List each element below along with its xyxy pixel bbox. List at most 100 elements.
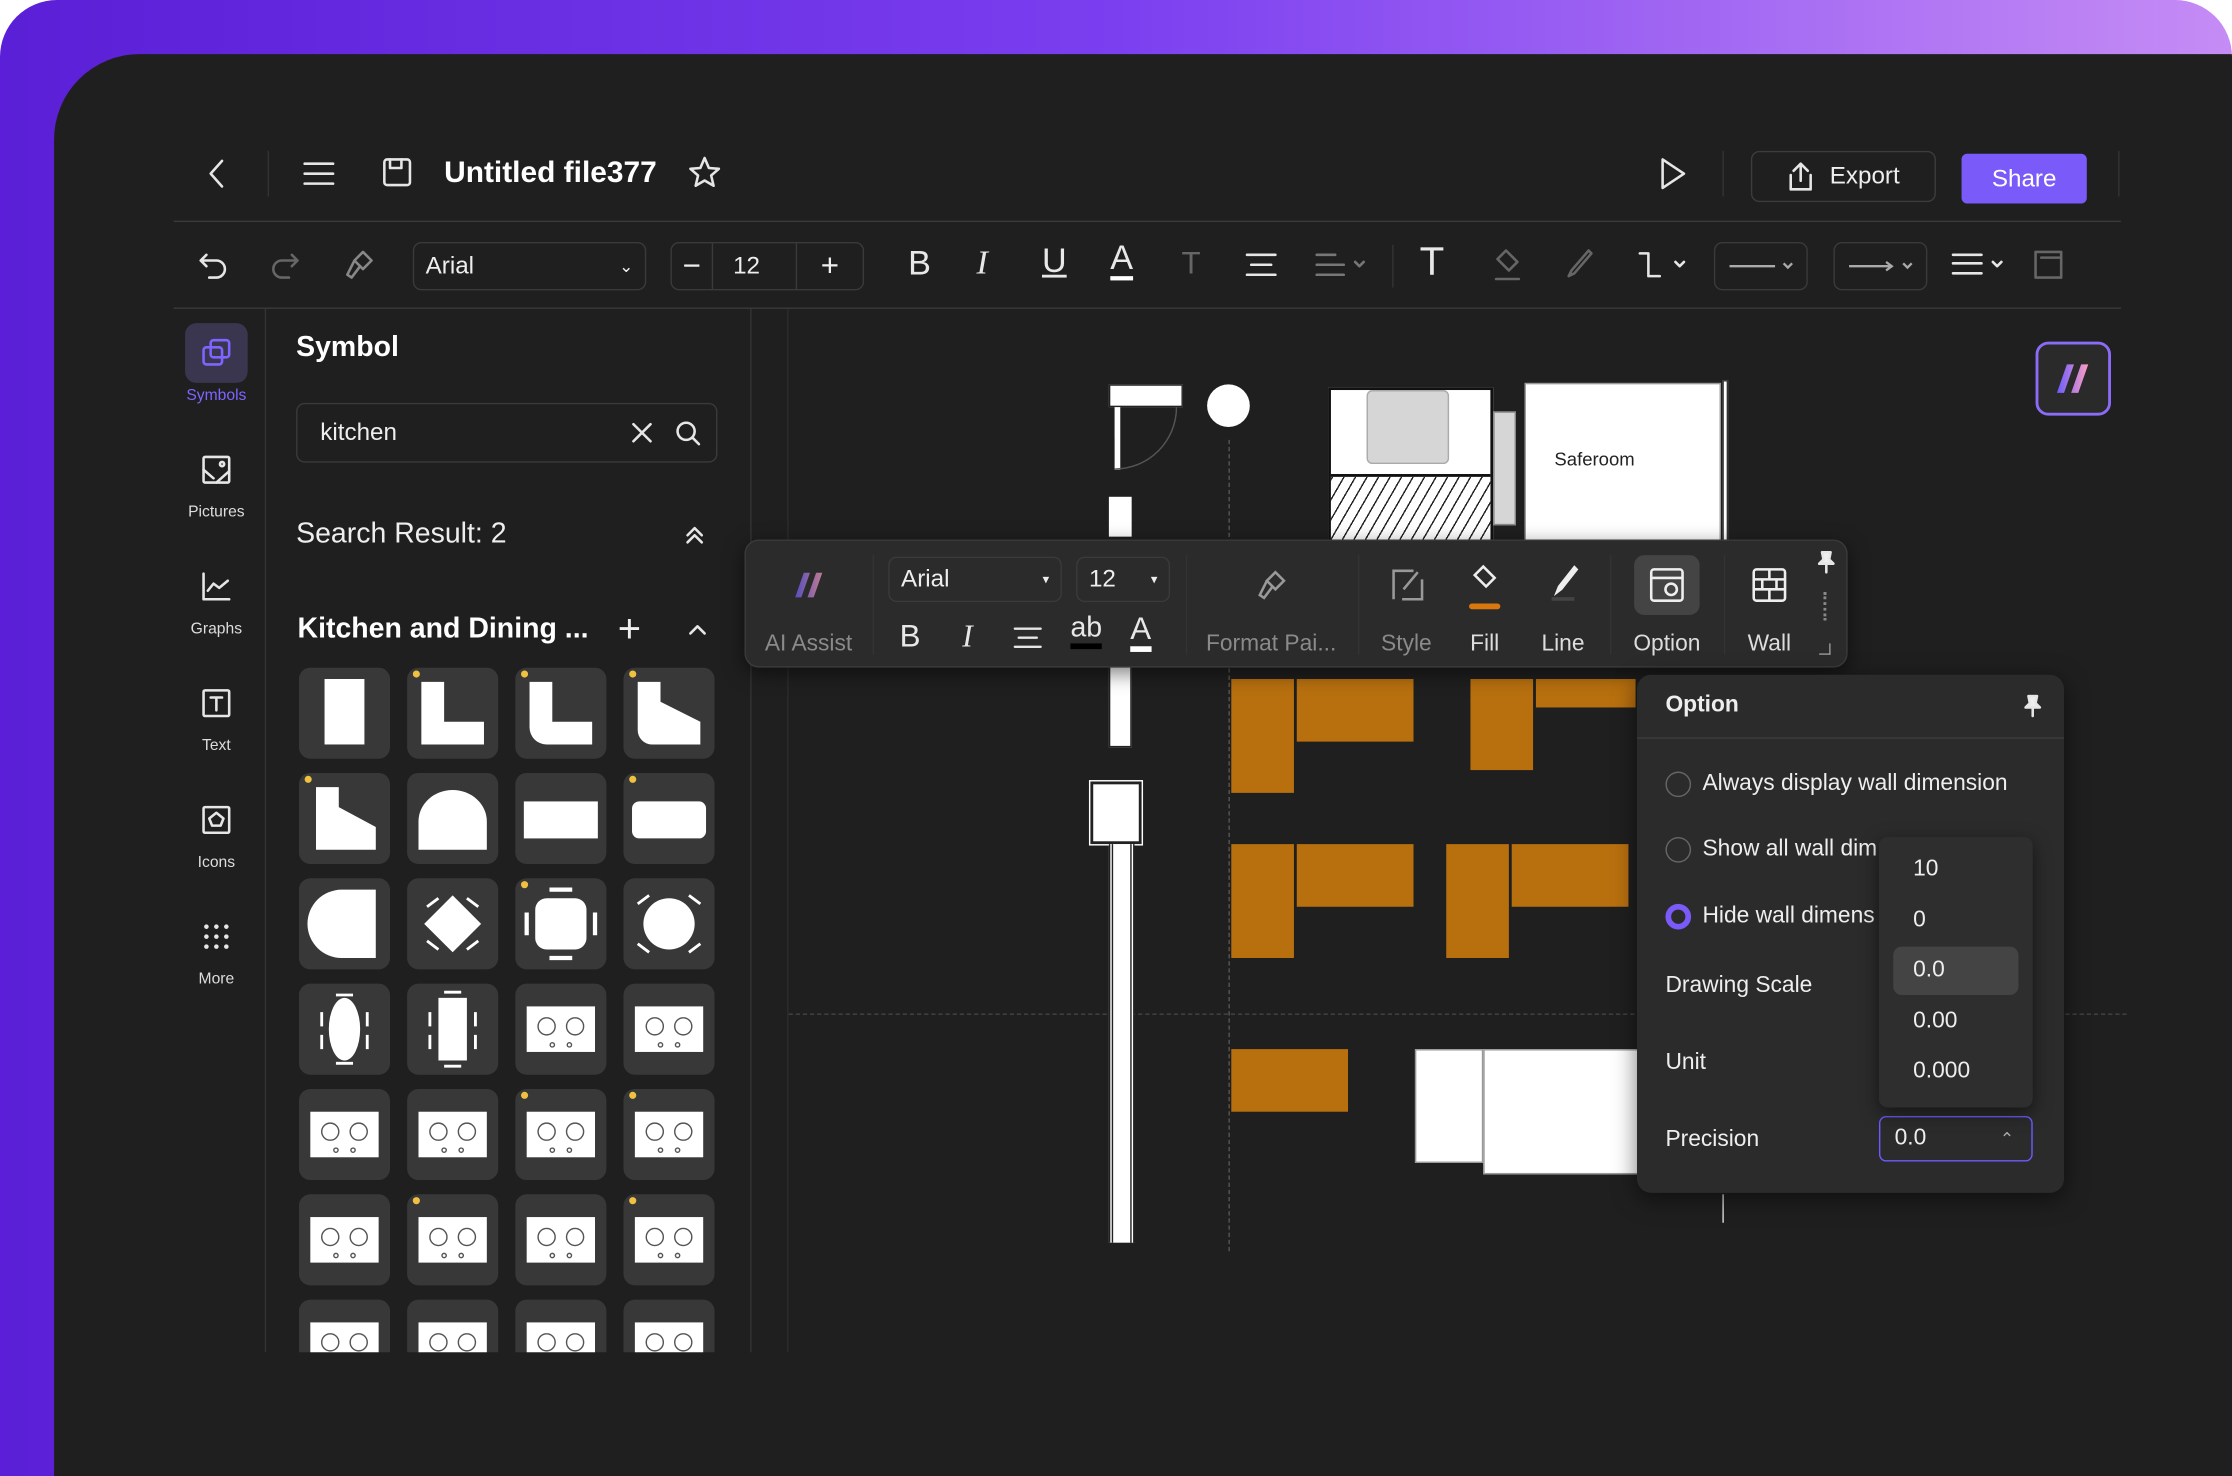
style-button[interactable]: Style — [1367, 541, 1447, 669]
search-icon[interactable] — [673, 419, 701, 447]
door[interactable] — [1088, 780, 1144, 846]
symbol-tile[interactable] — [407, 983, 499, 1075]
symbol-tile[interactable] — [407, 1088, 499, 1181]
symbol-tile[interactable] — [623, 667, 715, 759]
bold-button[interactable]: B — [900, 618, 921, 655]
furniture[interactable] — [1231, 1049, 1349, 1112]
symbol-tile[interactable] — [407, 772, 499, 865]
symbol-tile[interactable] — [515, 1088, 607, 1181]
search-input[interactable]: kitchen — [296, 402, 718, 463]
redo-icon[interactable] — [268, 248, 302, 282]
precision-select[interactable]: 0.0 ⌃ — [1878, 1116, 2033, 1162]
rail-item-graphs[interactable]: Graphs — [174, 557, 259, 638]
add-category-icon[interactable]: + — [618, 606, 641, 652]
share-button[interactable]: Share — [1961, 153, 2087, 204]
arrow-style-select[interactable] — [1833, 241, 1928, 291]
fixture-block[interactable] — [1414, 1049, 1484, 1163]
rail-item-text[interactable]: Text — [174, 673, 259, 754]
play-icon[interactable] — [1654, 154, 1691, 194]
font-select[interactable]: Arial ⌄ — [412, 241, 647, 291]
symbol-tile[interactable] — [298, 878, 391, 970]
line-style-select[interactable] — [1713, 241, 1808, 291]
increase-size-button[interactable]: + — [797, 248, 862, 285]
decrease-size-button[interactable]: − — [672, 248, 712, 285]
symbol-tile[interactable] — [515, 1194, 607, 1286]
star-icon[interactable] — [686, 154, 723, 191]
line-spacing-icon[interactable] — [1312, 248, 1369, 282]
font-color-button[interactable]: A — [1110, 241, 1134, 281]
radio-always-display[interactable] — [1665, 771, 1692, 798]
menu-icon[interactable] — [299, 154, 339, 194]
furniture[interactable] — [1231, 678, 1294, 793]
option-button[interactable]: Option — [1620, 541, 1714, 669]
text-tool-button[interactable]: T — [1421, 242, 1444, 285]
radio-hide[interactable] — [1665, 903, 1692, 930]
precision-option[interactable]: 10 — [1893, 846, 2018, 894]
furniture[interactable] — [1470, 678, 1534, 771]
furniture[interactable] — [1296, 678, 1414, 742]
wall[interactable] — [1108, 496, 1132, 537]
symbol-tile[interactable] — [623, 772, 715, 865]
radio-show-all-label[interactable]: Show all wall dim — [1702, 837, 1877, 863]
text-style-button[interactable]: T — [1181, 245, 1200, 282]
symbol-tile[interactable] — [623, 983, 715, 1075]
export-button[interactable]: Export — [1750, 150, 1936, 203]
precision-option[interactable]: 0.0 — [1893, 946, 2019, 996]
symbol-tile[interactable] — [623, 878, 715, 970]
symbol-tile[interactable] — [623, 1088, 715, 1181]
arrange-icon[interactable] — [2030, 248, 2067, 282]
save-icon[interactable] — [379, 154, 416, 191]
undo-icon[interactable] — [196, 248, 230, 282]
furniture[interactable] — [1535, 678, 1636, 708]
rail-item-pictures[interactable]: Pictures — [174, 440, 259, 521]
font-size-stepper[interactable]: − 12 + — [670, 241, 865, 291]
symbol-tile[interactable] — [298, 983, 391, 1075]
collapse-all-icon[interactable] — [680, 521, 708, 549]
pin-icon[interactable] — [2018, 692, 2046, 720]
symbol-tile[interactable] — [515, 772, 607, 865]
rail-item-more[interactable]: More — [174, 907, 259, 988]
wall-dashed[interactable] — [1108, 844, 1135, 1243]
rail-item-icons[interactable]: Icons — [174, 790, 259, 871]
furniture[interactable] — [1231, 844, 1294, 958]
symbol-tile[interactable] — [407, 878, 499, 970]
wall-button[interactable]: Wall — [1731, 541, 1808, 669]
rail-item-symbols[interactable]: Symbols — [174, 323, 259, 404]
ai-assistant-button[interactable] — [2035, 341, 2112, 416]
resize-handle-icon[interactable] — [1819, 643, 1831, 655]
radio-always-display-label[interactable]: Always display wall dimension — [1702, 772, 2007, 798]
ai-assist-button[interactable]: AI Assist — [752, 541, 866, 669]
back-icon[interactable] — [199, 154, 233, 194]
italic-button[interactable]: I — [977, 245, 988, 283]
symbol-tile[interactable] — [298, 1088, 391, 1181]
symbol-tile[interactable] — [298, 1194, 391, 1286]
radio-hide-label[interactable]: Hide wall dimens — [1702, 904, 1874, 930]
more-vertical-icon[interactable] — [1823, 592, 1827, 621]
wall[interactable] — [1108, 384, 1183, 408]
format-painter-button[interactable]: Format Pai... — [1196, 541, 1347, 669]
file-title[interactable]: Untitled file377 — [444, 157, 657, 191]
format-painter-icon[interactable] — [342, 248, 376, 282]
clear-icon[interactable] — [628, 419, 656, 447]
symbol-tile[interactable] — [515, 1299, 607, 1353]
align-icon[interactable] — [1244, 248, 1278, 282]
symbol-tile[interactable] — [407, 1194, 499, 1286]
symbol-tile[interactable] — [515, 878, 607, 970]
symbol-tile[interactable] — [407, 667, 499, 759]
line-color-icon[interactable] — [1560, 245, 1597, 285]
chevron-up-icon[interactable] — [683, 615, 711, 643]
fixture-block[interactable] — [1483, 1049, 1640, 1175]
symbol-tile[interactable] — [298, 667, 391, 759]
font-size-value[interactable]: 12 — [711, 243, 798, 289]
float-size-select[interactable]: 12 ▾ — [1076, 556, 1171, 603]
symbol-tile[interactable] — [515, 667, 607, 759]
fill-button[interactable]: Fill — [1449, 541, 1520, 669]
precision-option[interactable]: 0 — [1893, 896, 2018, 944]
precision-option[interactable]: 0.000 — [1893, 1048, 2018, 1096]
furniture[interactable] — [1511, 844, 1629, 907]
radio-show-all[interactable] — [1665, 837, 1692, 863]
line-button[interactable]: Line — [1526, 541, 1600, 669]
symbol-tile[interactable] — [623, 1194, 715, 1286]
furniture[interactable] — [1446, 844, 1509, 958]
symbol-tile[interactable] — [298, 1299, 391, 1353]
